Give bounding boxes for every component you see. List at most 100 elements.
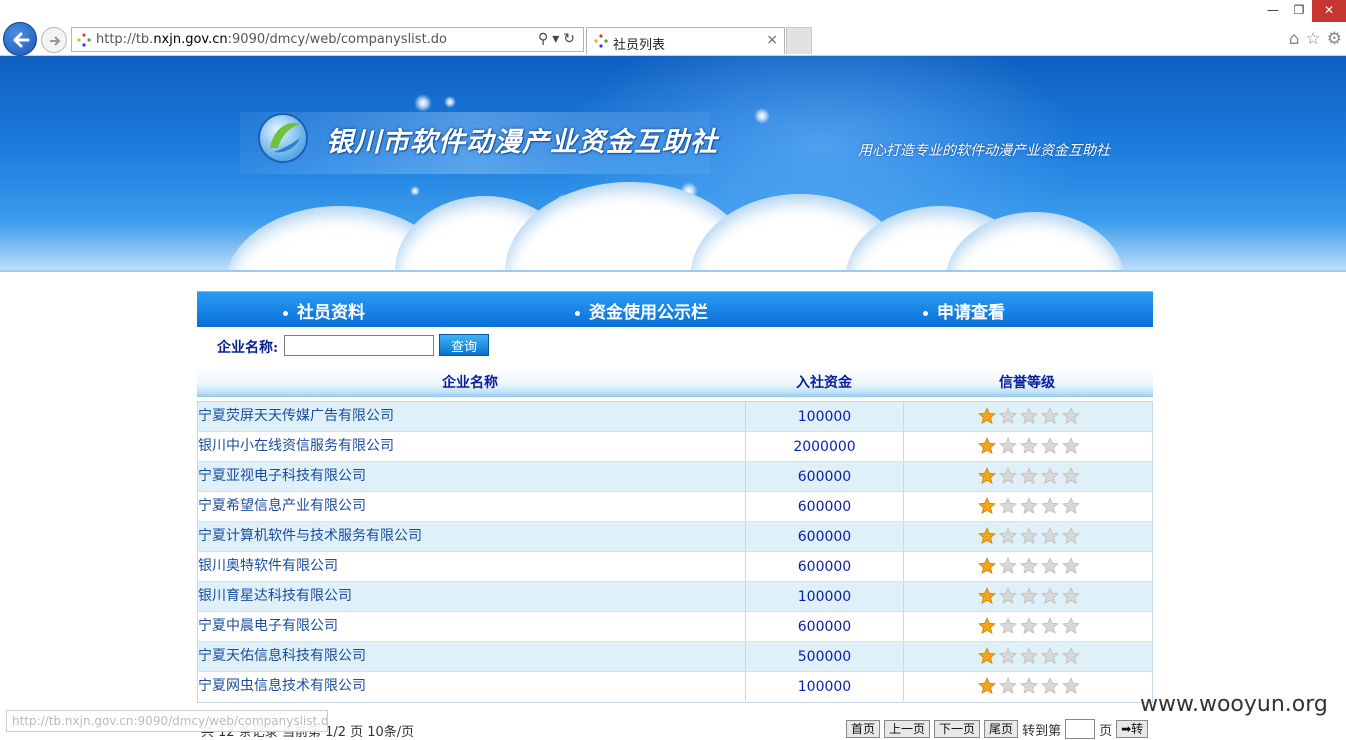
star-empty-icon: [1062, 527, 1080, 545]
goto-button[interactable]: ➡转: [1116, 720, 1149, 738]
star-filled-icon: [978, 617, 996, 635]
star-empty-icon: [999, 557, 1017, 575]
company-name-link[interactable]: 宁夏中晨电子有限公司: [198, 612, 746, 641]
tab-title: 社员列表: [613, 38, 666, 53]
star-filled-icon: [978, 587, 996, 605]
star-empty-icon: [1062, 467, 1080, 485]
site-banner: 银川市软件动漫产业资金互助社 用心打造专业的软件动漫产业资金互助社: [0, 56, 1346, 277]
company-name-link[interactable]: 宁夏计算机软件与技术服务有限公司: [198, 522, 746, 551]
capital-value: 600000: [746, 462, 904, 491]
browser-toolbar-icons: ⌂ ☆ ⚙: [1289, 29, 1342, 49]
sparkle: [754, 108, 770, 124]
company-name-link[interactable]: 宁夏网虫信息技术有限公司: [198, 672, 746, 701]
star-empty-icon: [1020, 587, 1038, 605]
banner-slogan: 用心打造专业的软件动漫产业资金互助社: [858, 143, 1110, 159]
company-name-link[interactable]: 宁夏亚视电子科技有限公司: [198, 462, 746, 491]
star-empty-icon: [1041, 587, 1059, 605]
star-empty-icon: [1020, 467, 1038, 485]
settings-gear-icon[interactable]: ⚙: [1327, 29, 1342, 49]
nav-item-member-info[interactable]: 社员资料: [283, 298, 365, 323]
capital-value: 600000: [746, 492, 904, 521]
star-empty-icon: [1062, 557, 1080, 575]
header-company-name: 企业名称: [442, 375, 498, 391]
dropdown-icon[interactable]: ▾: [552, 31, 563, 47]
star-empty-icon: [1062, 617, 1080, 635]
star-empty-icon: [1041, 557, 1059, 575]
minimize-icon[interactable]: —: [1260, 0, 1286, 22]
star-empty-icon: [1020, 497, 1038, 515]
capital-value: 600000: [746, 612, 904, 641]
company-name-link[interactable]: 宁夏荧屏天天传媒广告有限公司: [198, 402, 746, 431]
company-name-input[interactable]: [284, 335, 434, 356]
nav-item-fund-usage[interactable]: 资金使用公示栏: [575, 298, 708, 323]
forward-button[interactable]: [41, 27, 67, 53]
first-page-button[interactable]: 首页: [846, 720, 881, 738]
company-name-link[interactable]: 银川奥特软件有限公司: [198, 552, 746, 581]
star-empty-icon: [1062, 407, 1080, 425]
home-icon[interactable]: ⌂: [1289, 29, 1300, 49]
close-window-icon[interactable]: ✕: [1312, 0, 1346, 22]
browser-tab[interactable]: 社员列表 ×: [586, 27, 785, 54]
star-filled-icon: [978, 677, 996, 695]
table-row: 宁夏网虫信息技术有限公司 100000: [198, 672, 1152, 702]
arrow-right-icon: [50, 36, 61, 46]
favorites-star-icon[interactable]: ☆: [1306, 29, 1321, 49]
refresh-icon[interactable]: ↻: [563, 31, 579, 47]
goto-page-input[interactable]: [1065, 719, 1096, 739]
address-bar[interactable]: http://tb.nxjn.gov.cn:9090/dmcy/web/comp…: [71, 27, 584, 52]
nav-item-application[interactable]: 申请查看: [923, 298, 1005, 323]
star-empty-icon: [1041, 407, 1059, 425]
search-icon[interactable]: ⚲: [538, 31, 552, 47]
star-empty-icon: [1020, 617, 1038, 635]
credit-rating: [978, 527, 1080, 545]
banner-base: [0, 270, 1346, 277]
new-tab-button[interactable]: [786, 27, 812, 54]
company-name-link[interactable]: 银川中小在线资信服务有限公司: [198, 432, 746, 461]
close-tab-icon[interactable]: ×: [766, 32, 778, 48]
header-rating: 信誉等级: [999, 375, 1055, 391]
next-page-button[interactable]: 下一页: [934, 720, 981, 738]
table-row: 宁夏中晨电子有限公司 600000: [198, 612, 1152, 642]
org-name: 银川市软件动漫产业资金互助社: [326, 127, 718, 158]
url-text: http://tb.nxjn.gov.cn:9090/dmcy/web/comp…: [96, 32, 448, 47]
arrow-left-icon: [13, 32, 30, 48]
star-empty-icon: [999, 587, 1017, 605]
company-name-link[interactable]: 宁夏希望信息产业有限公司: [198, 492, 746, 521]
star-empty-icon: [1041, 677, 1059, 695]
sparkle: [444, 96, 456, 108]
star-filled-icon: [978, 527, 996, 545]
capital-value: 100000: [746, 582, 904, 611]
credit-rating: [978, 557, 1080, 575]
star-empty-icon: [1041, 527, 1059, 545]
company-name-label: 企业名称:: [217, 340, 279, 356]
star-empty-icon: [1020, 647, 1038, 665]
star-empty-icon: [1041, 497, 1059, 515]
table-row: 银川奥特软件有限公司 600000: [198, 552, 1152, 582]
star-empty-icon: [1020, 527, 1038, 545]
capital-value: 500000: [746, 642, 904, 671]
company-name-link[interactable]: 宁夏天佑信息科技有限公司: [198, 642, 746, 671]
credit-rating: [978, 467, 1080, 485]
star-filled-icon: [978, 497, 996, 515]
star-empty-icon: [1020, 407, 1038, 425]
restore-icon[interactable]: ❐: [1286, 0, 1312, 22]
table-row: 宁夏希望信息产业有限公司 600000: [198, 492, 1152, 522]
star-empty-icon: [1041, 437, 1059, 455]
credit-rating: [978, 617, 1080, 635]
company-name-link[interactable]: 银川育星达科技有限公司: [198, 582, 746, 611]
prev-page-button[interactable]: 上一页: [884, 720, 931, 738]
last-page-button[interactable]: 尾页: [984, 720, 1019, 738]
address-tools[interactable]: ⚲▾↻: [538, 31, 579, 47]
star-empty-icon: [1041, 617, 1059, 635]
search-button[interactable]: 查询: [439, 334, 489, 356]
star-empty-icon: [999, 677, 1017, 695]
star-empty-icon: [999, 497, 1017, 515]
star-empty-icon: [1062, 677, 1080, 695]
star-empty-icon: [1041, 647, 1059, 665]
sparkle: [410, 186, 420, 196]
credit-rating: [978, 587, 1080, 605]
star-empty-icon: [999, 467, 1017, 485]
back-button[interactable]: [3, 22, 37, 56]
star-empty-icon: [1062, 587, 1080, 605]
table-row: 宁夏亚视电子科技有限公司 600000: [198, 462, 1152, 492]
